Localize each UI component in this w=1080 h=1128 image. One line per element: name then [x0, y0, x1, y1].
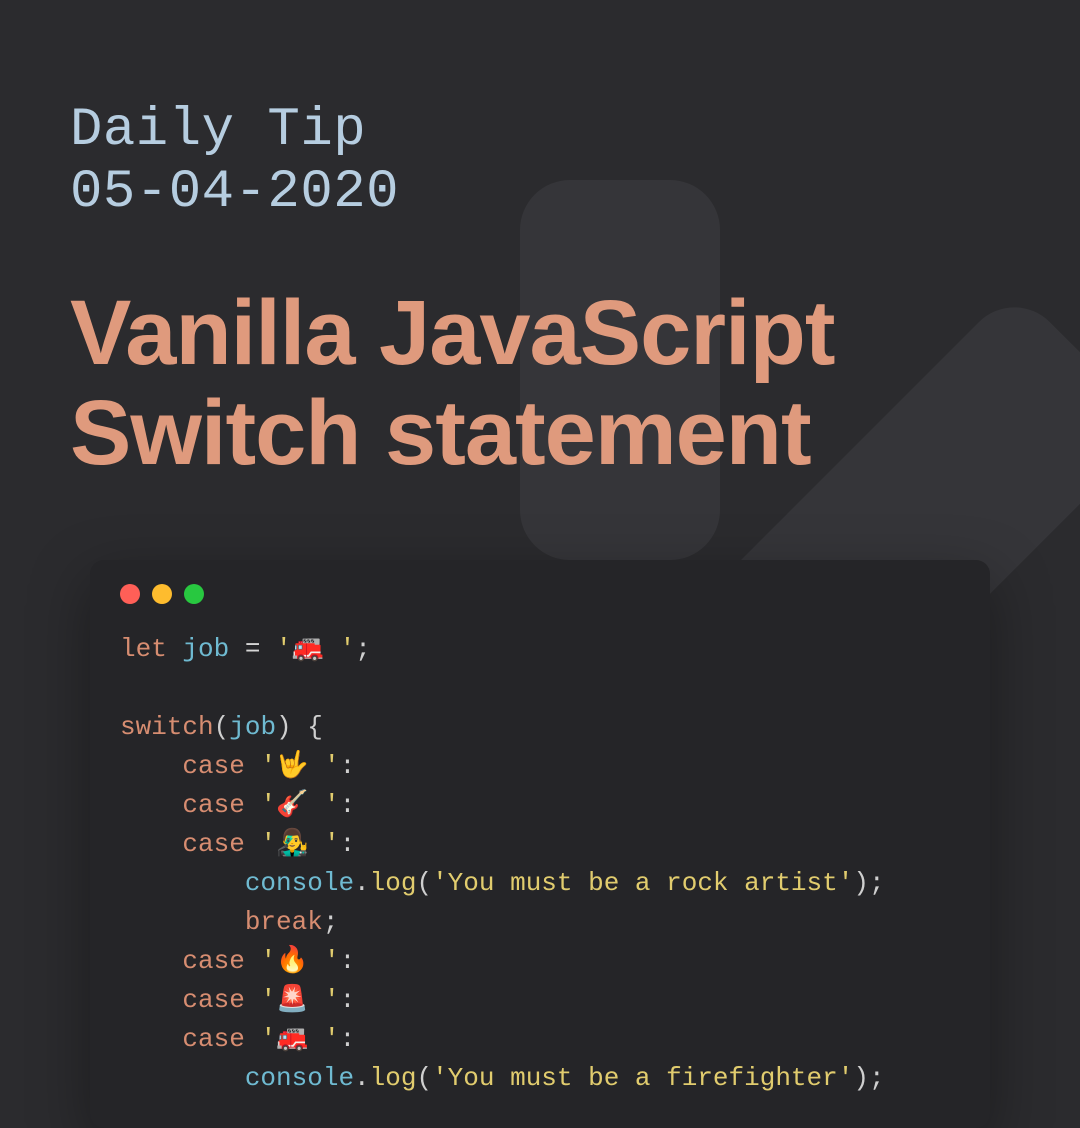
lpar-log2: (: [416, 1063, 432, 1093]
eyebrow-line-2: 05-04-2020: [70, 162, 399, 223]
ident-job-2: job: [229, 712, 276, 742]
lpar-log1: (: [416, 868, 432, 898]
obj-console-1: console: [245, 868, 354, 898]
code-window: let job = '🚒 '; switch(job) { case '🤟 ':…: [90, 560, 990, 1128]
rpar-log1: ): [853, 868, 869, 898]
code-block: let job = '🚒 '; switch(job) { case '🤟 ':…: [90, 612, 990, 1128]
eyebrow: Daily Tip 05-04-2020: [70, 100, 1010, 224]
colon-3: :: [340, 829, 356, 859]
page-title: Vanilla JavaScript Switch statement: [70, 284, 1010, 483]
kw-case-2: case: [182, 790, 244, 820]
maximize-icon: [184, 584, 204, 604]
kw-case-6: case: [182, 1024, 244, 1054]
str-c3: '👨‍🎤 ': [260, 829, 339, 859]
obj-console-2: console: [245, 1063, 354, 1093]
punc-semi: ;: [355, 634, 371, 664]
semi-log1: ;: [869, 868, 885, 898]
str-c5: '🚨 ': [260, 985, 339, 1015]
kw-switch: switch: [120, 712, 214, 742]
colon-5: :: [340, 985, 356, 1015]
close-icon: [120, 584, 140, 604]
kw-case-1: case: [182, 751, 244, 781]
title-line-2: Switch statement: [70, 382, 811, 484]
colon-1: :: [340, 751, 356, 781]
semi-log2: ;: [869, 1063, 885, 1093]
str-msg1: 'You must be a rock artist': [432, 868, 853, 898]
punc-lpar: (: [214, 712, 230, 742]
str-msg2: 'You must be a firefighter': [432, 1063, 853, 1093]
colon-2: :: [340, 790, 356, 820]
eyebrow-line-1: Daily Tip: [70, 100, 366, 161]
op-eq: =: [229, 634, 276, 664]
str-jobval: '🚒 ': [276, 634, 355, 664]
punc-lbrace: {: [292, 712, 323, 742]
colon-6: :: [340, 1024, 356, 1054]
str-c4: '🔥 ': [260, 946, 339, 976]
dot-1: .: [354, 868, 370, 898]
rpar-log2: ): [853, 1063, 869, 1093]
title-line-1: Vanilla JavaScript: [70, 282, 834, 384]
dot-2: .: [354, 1063, 370, 1093]
kw-case-3: case: [182, 829, 244, 859]
method-log-2: log: [370, 1063, 417, 1093]
punc-rpar: ): [276, 712, 292, 742]
kw-case-5: case: [182, 985, 244, 1015]
kw-break: break: [245, 907, 323, 937]
str-c2: '🎸 ': [260, 790, 339, 820]
window-traffic-lights: [90, 560, 990, 612]
ident-job: job: [182, 634, 229, 664]
minimize-icon: [152, 584, 172, 604]
kw-case-4: case: [182, 946, 244, 976]
kw-let: let: [120, 634, 167, 664]
colon-4: :: [340, 946, 356, 976]
semi-break: ;: [323, 907, 339, 937]
str-c1: '🤟 ': [260, 751, 339, 781]
str-c6: '🚒 ': [260, 1024, 339, 1054]
method-log-1: log: [370, 868, 417, 898]
